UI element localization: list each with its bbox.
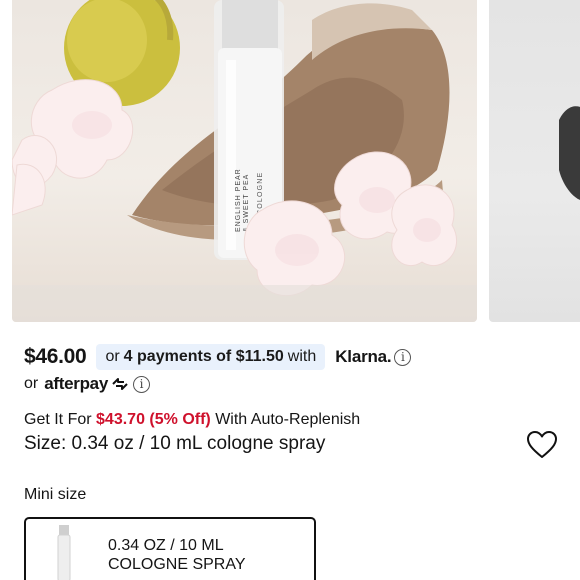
info-icon[interactable]: i bbox=[132, 375, 150, 393]
size-option-text: 0.34 OZ / 10 ML COLOGNE SPRAY bbox=[108, 536, 246, 574]
price-row: $46.00 or 4 payments of $11.50 with Klar… bbox=[24, 342, 412, 372]
bottle-label-line3: COLOGNE bbox=[257, 172, 264, 215]
auto-replenish-line: Get It For $43.70 (5% Off) With Auto-Rep… bbox=[24, 411, 360, 429]
klarna-logo[interactable]: Klarna. bbox=[335, 347, 391, 367]
product-hero-image[interactable]: ENGLISH PEAR & SWEET PEA COLOGNE bbox=[12, 0, 477, 322]
afterpay-prefix: or bbox=[24, 375, 39, 392]
afterpay-row: or afterpay i bbox=[24, 372, 150, 396]
size-option-thumbnail bbox=[56, 525, 72, 580]
installment-amount: 4 payments of $11.50 bbox=[123, 348, 284, 365]
info-icon[interactable]: i bbox=[394, 348, 412, 366]
installment-suffix: with bbox=[287, 348, 317, 365]
replenish-prefix: Get It For bbox=[24, 411, 92, 428]
replenish-discount-price: $43.70 (5% Off) bbox=[96, 411, 211, 428]
next-product-image[interactable] bbox=[489, 0, 580, 322]
product-image-gallery[interactable]: ENGLISH PEAR & SWEET PEA COLOGNE bbox=[0, 0, 580, 324]
bottle-label-line1: ENGLISH PEAR bbox=[235, 168, 242, 232]
size-option-selected[interactable]: 0.34 OZ / 10 ML COLOGNE SPRAY bbox=[24, 517, 316, 580]
installment-pill[interactable]: or 4 payments of $11.50 with bbox=[96, 344, 326, 370]
size-section-label: Mini size bbox=[24, 486, 87, 503]
heart-icon[interactable] bbox=[526, 430, 558, 460]
product-price: $46.00 bbox=[24, 345, 87, 368]
size-option-line2: COLOGNE SPRAY bbox=[108, 556, 246, 573]
size-info: Size: 0.34 oz / 10 mL cologne spray bbox=[24, 433, 326, 454]
replenish-suffix: With Auto-Replenish bbox=[215, 411, 361, 428]
afterpay-logo-icon bbox=[110, 376, 130, 392]
installment-prefix: or bbox=[105, 348, 120, 365]
size-option-line1: 0.34 OZ / 10 ML bbox=[108, 537, 224, 554]
afterpay-logo[interactable]: afterpay bbox=[44, 374, 108, 394]
